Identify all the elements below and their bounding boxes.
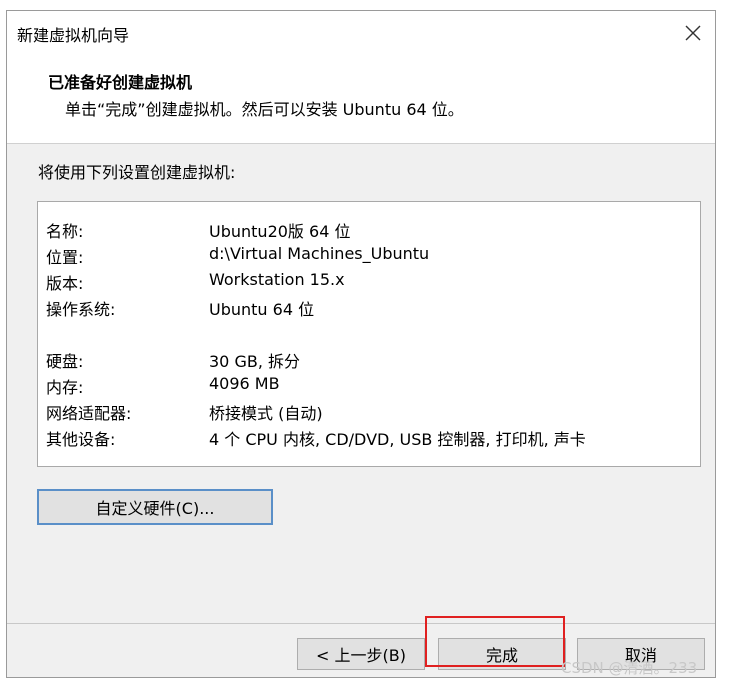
close-icon xyxy=(685,25,701,41)
settings-summary-box: 名称: Ubuntu20版 64 位 位置: d:\Virtual Machin… xyxy=(37,201,701,467)
header-title: 已准备好创建虚拟机 xyxy=(48,73,193,92)
back-button[interactable]: < 上一步(B) xyxy=(297,638,425,670)
summary-label: 版本: xyxy=(46,274,84,293)
summary-label: 内存: xyxy=(46,378,84,397)
summary-value: 4 个 CPU 内核, CD/DVD, USB 控制器, 打印机, 声卡 xyxy=(209,430,586,449)
summary-value: d:\Virtual Machines_Ubuntu xyxy=(209,244,430,263)
summary-label: 操作系统: xyxy=(46,300,116,319)
summary-value: 30 GB, 拆分 xyxy=(209,352,300,371)
summary-value: 4096 MB xyxy=(209,374,280,393)
summary-value: Ubuntu 64 位 xyxy=(209,300,315,319)
intro-text: 将使用下列设置创建虚拟机: xyxy=(38,163,236,182)
finish-highlight-box xyxy=(425,616,565,667)
title-bar: 新建虚拟机向导 xyxy=(7,11,715,55)
new-vm-wizard-dialog: 新建虚拟机向导 已准备好创建虚拟机 单击“完成”创建虚拟机。然后可以安装 Ubu… xyxy=(6,10,716,678)
summary-label: 名称: xyxy=(46,222,84,241)
summary-label: 网络适配器: xyxy=(46,404,132,423)
wizard-header: 已准备好创建虚拟机 单击“完成”创建虚拟机。然后可以安装 Ubuntu 64 位… xyxy=(7,55,715,144)
summary-value: Ubuntu20版 64 位 xyxy=(209,222,351,241)
summary-label: 硬盘: xyxy=(46,352,84,371)
summary-value: 桥接模式 (自动) xyxy=(209,404,323,423)
summary-label: 其他设备: xyxy=(46,430,116,449)
window-title: 新建虚拟机向导 xyxy=(17,26,130,45)
customize-hardware-button[interactable]: 自定义硬件(C)... xyxy=(37,489,273,525)
close-button[interactable] xyxy=(681,21,705,45)
footer-separator xyxy=(7,623,715,624)
summary-value: Workstation 15.x xyxy=(209,270,345,289)
watermark: CSDN @清酒。233 xyxy=(561,659,698,677)
summary-label: 位置: xyxy=(46,248,84,267)
header-subtitle: 单击“完成”创建虚拟机。然后可以安装 Ubuntu 64 位。 xyxy=(65,100,464,119)
